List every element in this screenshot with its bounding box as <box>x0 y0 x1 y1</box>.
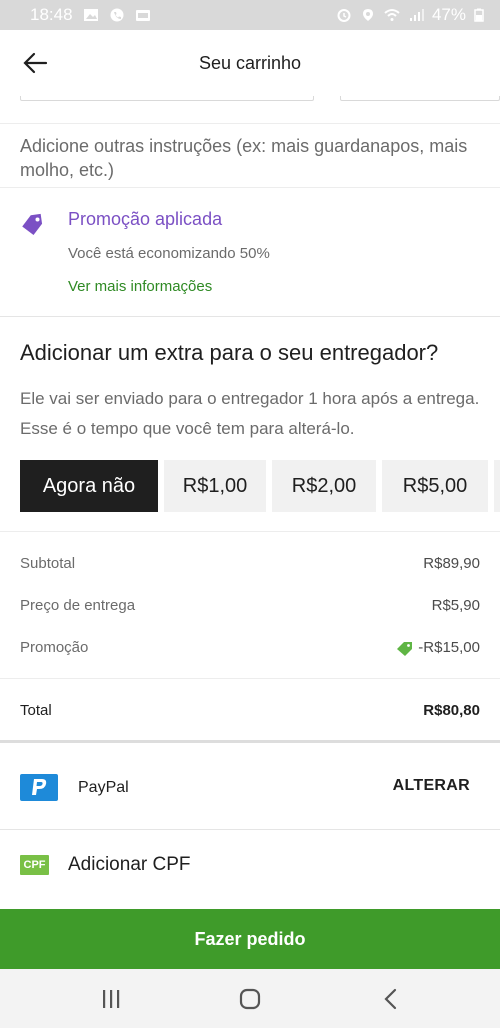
previous-fields <box>0 96 500 124</box>
total-section: Total R$80,80 <box>0 680 500 743</box>
page-title: Seu carrinho <box>198 52 302 73</box>
tip-title: Adicionar um extra para o seu entregador… <box>20 340 439 365</box>
location-icon <box>362 9 373 21</box>
delivery-value: R$5,90 <box>431 597 480 614</box>
payment-method-row[interactable]: PayPal ALTERAR <box>0 744 500 830</box>
input-field-peek[interactable] <box>20 96 314 101</box>
app-header: Seu carrinho <box>0 30 500 96</box>
add-cpf-row[interactable]: CPF Adicionar CPF <box>0 831 500 909</box>
instructions-input[interactable]: Adicione outras instruções (ex: mais gua… <box>0 124 500 188</box>
tip-option-2[interactable]: R$2,00 <box>272 460 376 512</box>
tip-option-none[interactable]: Agora não <box>20 460 158 512</box>
battery-percent: 47% <box>431 5 466 24</box>
tip-description: Ele vai ser enviado para o entregador 1 … <box>20 389 480 438</box>
alarm-icon <box>337 9 351 22</box>
tip-options: Agora não R$1,00 R$2,00 R$5,00 <box>20 460 500 512</box>
add-cpf-label: Adicionar CPF <box>68 854 191 875</box>
signal-icon <box>409 9 424 21</box>
tip-section: Adicionar um extra para o seu entregador… <box>0 318 500 532</box>
promotion-label: Promoção <box>20 639 89 656</box>
back-arrow-icon[interactable] <box>22 50 48 76</box>
paypal-logo-icon <box>20 774 58 801</box>
phone-icon <box>110 8 124 22</box>
subtotal-label: Subtotal <box>20 555 76 572</box>
subtotal-row: Subtotal R$89,90 <box>20 555 480 572</box>
promotion-discount: -R$15,00 <box>396 639 480 656</box>
recent-apps-icon[interactable] <box>99 987 123 1011</box>
status-bar: 18:48 47% <box>0 0 500 30</box>
delivery-row: Preço de entrega R$5,90 <box>20 597 480 614</box>
promotion-value: -R$15,00 <box>418 639 480 656</box>
change-payment-button[interactable]: ALTERAR <box>393 777 470 795</box>
input-field-peek[interactable] <box>340 96 500 101</box>
wifi-icon <box>384 9 400 21</box>
promotion-title: Promoção aplicada <box>68 209 223 229</box>
promotion-row: Promoção -R$15,00 <box>20 639 480 656</box>
promotion-section: Promoção aplicada Você está economizando… <box>0 189 500 317</box>
notification-icon <box>135 10 150 21</box>
back-nav-icon[interactable] <box>379 987 403 1011</box>
status-time: 18:48 <box>30 5 73 24</box>
system-nav-bar <box>0 969 500 1028</box>
price-summary: Subtotal R$89,90 Preço de entrega R$5,90… <box>0 533 500 679</box>
delivery-label: Preço de entrega <box>20 597 136 614</box>
gallery-icon <box>83 9 98 21</box>
cpf-icon: CPF <box>20 855 49 875</box>
tip-option-5[interactable]: R$5,00 <box>382 460 488 512</box>
total-value: R$80,80 <box>423 702 480 719</box>
battery-icon <box>474 8 484 22</box>
tip-option-more[interactable] <box>494 460 500 512</box>
subtotal-value: R$89,90 <box>423 555 480 572</box>
place-order-button[interactable]: Fazer pedido <box>0 909 500 969</box>
total-label: Total <box>20 702 52 719</box>
promo-tag-icon <box>22 213 43 236</box>
promotion-subtitle: Você está economizando 50% <box>68 245 270 262</box>
promotion-more-info-link[interactable]: Ver mais informações <box>68 278 212 295</box>
tip-option-1[interactable]: R$1,00 <box>164 460 266 512</box>
discount-tag-icon <box>397 641 413 656</box>
total-row: Total R$80,80 <box>20 702 480 719</box>
home-icon[interactable] <box>238 987 262 1011</box>
payment-method-name: PayPal <box>78 779 129 796</box>
